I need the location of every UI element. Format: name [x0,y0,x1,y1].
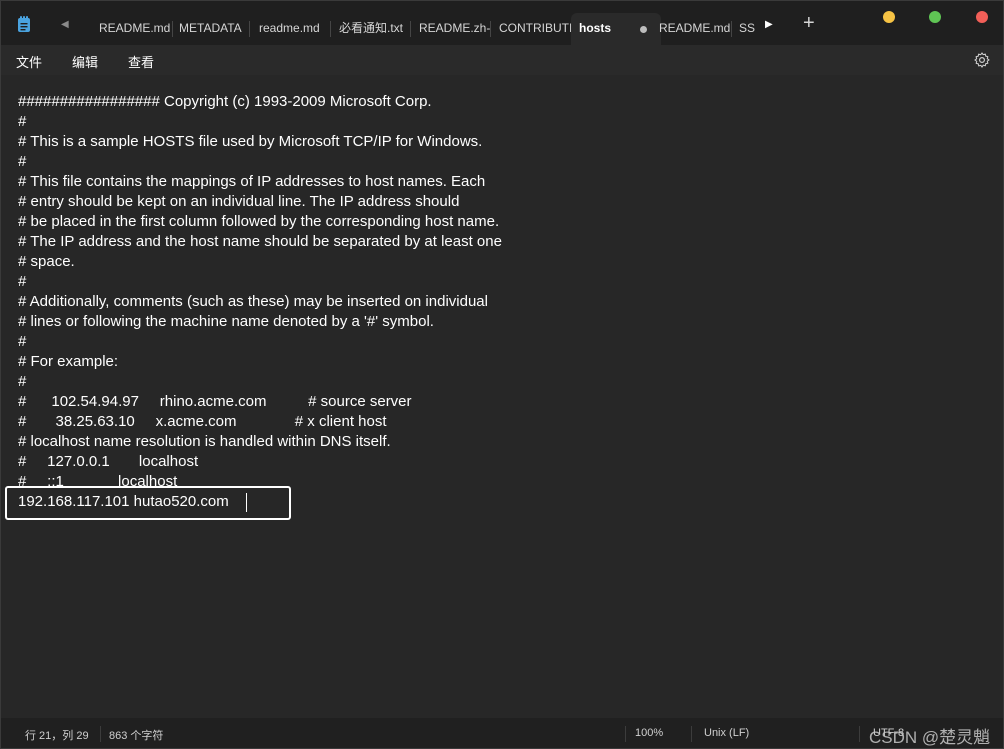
status-separator [625,726,626,742]
editor-line: # [18,373,27,390]
tab-hosts[interactable]: hosts [571,13,661,45]
notepad-icon [18,16,30,32]
editor-line: # This is a sample HOSTS file used by Mi… [18,133,483,150]
maximize-button[interactable] [929,11,941,23]
editor-line: # [18,333,27,350]
editor-line: # 127.0.0.1 localhost [18,453,199,470]
editor-line: # space. [18,253,75,270]
tab-readme-lower[interactable]: readme.md [257,13,333,45]
tab-readme-zh[interactable]: README.zh- [417,13,493,45]
editor-line: # This file contains the mappings of IP … [18,173,486,190]
menu-bar: 文件 编辑 查看 [1,45,1003,75]
editor-line: # 38.25.63.10 x.acme.com # x client host [18,413,387,430]
editor-line: # [18,273,27,290]
notepad-window: ◀ README.md METADATA readme.md 必看通知.txt … [0,0,1004,749]
text-editor[interactable]: ################# Copyright (c) 1993-200… [1,75,1003,715]
editor-line: # The IP address and the host name shoul… [18,233,502,250]
menu-edit[interactable]: 编辑 [72,52,98,71]
tab-readme-1[interactable]: README.md [97,13,175,45]
editor-line: # 102.54.94.97 rhino.acme.com # source s… [18,393,412,410]
close-button[interactable] [976,11,988,23]
editor-line: # localhost name resolution is handled w… [18,433,391,450]
editor-line: ################# Copyright (c) 1993-200… [18,93,432,110]
watermark-text: CSDN @楚灵魈 [869,728,991,747]
minimize-button[interactable] [883,11,895,23]
tab-bar: ◀ README.md METADATA readme.md 必看通知.txt … [1,1,1003,45]
cursor-position[interactable]: 行 21，列 29 [25,727,89,743]
line-ending[interactable]: Unix (LF) [704,727,749,739]
tab-separator [172,21,173,37]
menu-view[interactable]: 查看 [128,52,154,71]
tab-ss[interactable]: SS [737,13,755,45]
tab-notice[interactable]: 必看通知.txt [337,13,413,45]
status-separator [859,726,860,742]
tab-separator [410,21,411,37]
editor-line: # lines or following the machine name de… [18,313,434,330]
status-bar: 行 21，列 29 863 个字符 100% Unix (LF) UTF-8 C… [1,718,1003,748]
editor-line: # For example: [18,353,119,370]
editor-line: # entry should be kept on an individual … [18,193,460,210]
editor-line: # Additionally, comments (such as these)… [18,293,488,310]
tab-metadata[interactable]: METADATA [177,13,251,45]
editor-line: # [18,113,27,130]
editor-line: # [18,153,27,170]
editor-line: # be placed in the first column followed… [18,213,500,230]
gear-icon[interactable] [973,51,991,69]
menu-file[interactable]: 文件 [16,52,42,71]
new-tab-plus-icon[interactable]: + [803,12,815,35]
zoom-level[interactable]: 100% [635,727,663,739]
tab-separator [731,21,732,37]
character-count: 863 个字符 [109,730,164,742]
tab-readme-2[interactable]: README.md [657,13,733,45]
scroll-tabs-left-icon[interactable]: ◀ [61,19,69,30]
tab-separator [249,21,250,37]
tab-separator [330,21,331,37]
status-separator [691,726,692,742]
tab-contributing[interactable]: CONTRIBUTI [497,13,573,45]
unsaved-dot-icon[interactable] [640,26,647,33]
highlight-box [5,486,291,520]
text-caret [246,493,247,512]
tab-separator [490,21,491,37]
scroll-tabs-right-icon[interactable]: ▶ [765,19,773,30]
status-separator [100,726,101,742]
